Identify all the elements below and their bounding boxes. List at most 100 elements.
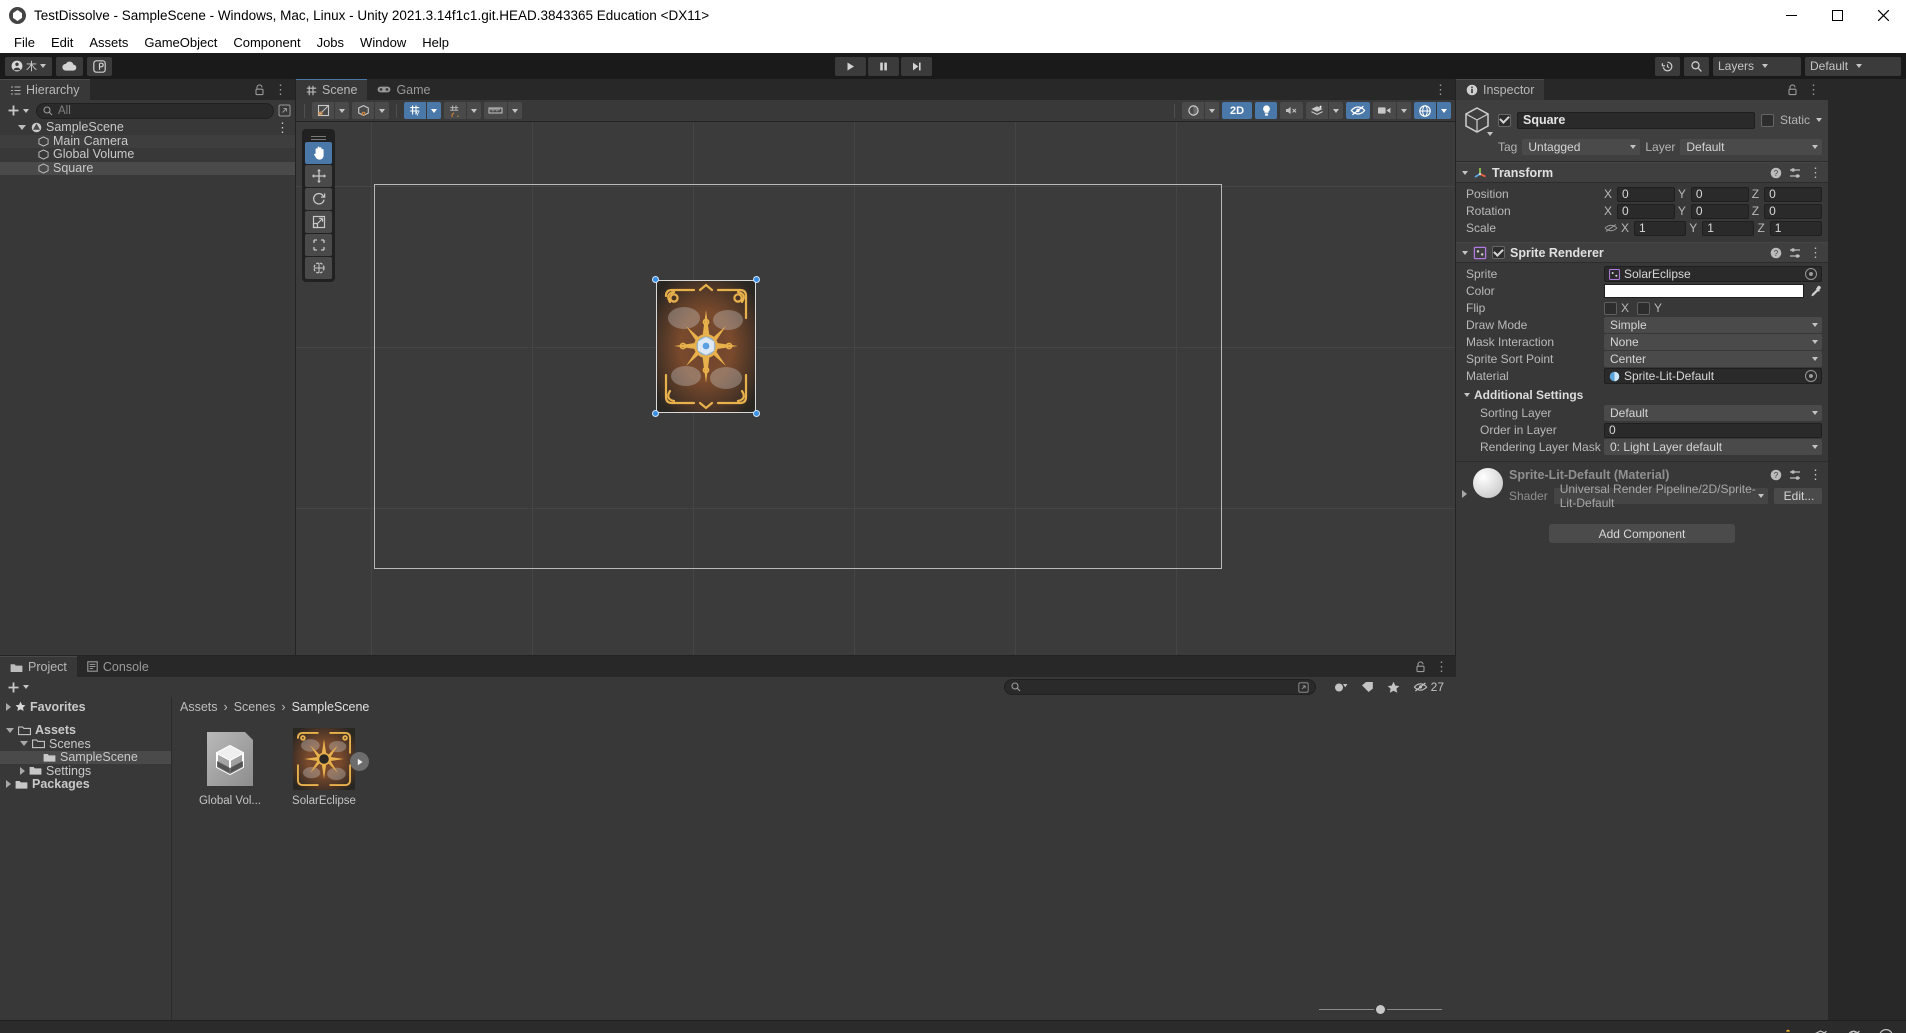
- asset-preview-button[interactable]: [350, 752, 369, 771]
- toggle-fx-button[interactable]: [1306, 102, 1328, 119]
- play-button[interactable]: [835, 56, 866, 76]
- kebab-menu-icon[interactable]: ⋮: [1809, 246, 1822, 259]
- kebab-menu-icon[interactable]: ⋮: [1809, 166, 1822, 179]
- scale-y-input[interactable]: 1: [1702, 220, 1755, 236]
- menu-assets[interactable]: Assets: [81, 33, 136, 52]
- create-asset-button[interactable]: [4, 681, 32, 694]
- selection-handle-tr[interactable]: [753, 276, 760, 283]
- hierarchy-item-samplescene[interactable]: SampleScene ⋮: [0, 121, 295, 135]
- transform-tool-button[interactable]: [305, 257, 332, 279]
- edit-shader-button[interactable]: Edit...: [1774, 488, 1822, 504]
- tab-inspector[interactable]: Inspector: [1456, 79, 1545, 100]
- rotation-z-input[interactable]: 0: [1764, 203, 1822, 219]
- camera-overlay-dropdown[interactable]: [1397, 102, 1411, 119]
- preset-icon[interactable]: [1789, 167, 1802, 179]
- rotation-x-input[interactable]: 0: [1617, 203, 1675, 219]
- snap-increment-button[interactable]: [444, 102, 466, 119]
- flip-x-checkbox[interactable]: [1604, 301, 1617, 315]
- breadcrumb-assets[interactable]: Assets: [180, 700, 218, 714]
- help-icon[interactable]: ?: [1770, 247, 1782, 259]
- project-tree-scenes[interactable]: Scenes: [0, 737, 171, 751]
- lock-icon[interactable]: [1787, 83, 1798, 96]
- kebab-menu-icon[interactable]: ⋮: [1809, 468, 1822, 481]
- position-z-input[interactable]: 0: [1764, 186, 1822, 202]
- sprite-object-field[interactable]: SolarEclipse: [1604, 266, 1822, 282]
- layers-disabled-icon[interactable]: [1812, 1029, 1829, 1033]
- grid-snapping-dropdown[interactable]: [508, 102, 522, 119]
- preset-icon[interactable]: [1789, 247, 1802, 259]
- sprite-picker-icon[interactable]: [1805, 268, 1817, 280]
- expand-search-icon[interactable]: [1298, 681, 1309, 693]
- lock-icon[interactable]: [254, 83, 265, 96]
- gizmos-button[interactable]: [1414, 102, 1436, 119]
- toggle-audio-button[interactable]: [1280, 102, 1303, 119]
- maximize-button[interactable]: [1814, 0, 1860, 31]
- undo-history-button[interactable]: [1655, 56, 1680, 76]
- fx-dropdown[interactable]: [1329, 102, 1343, 119]
- favorites-star-icon[interactable]: [1387, 681, 1400, 694]
- project-tree-assets[interactable]: Assets: [0, 723, 171, 737]
- chevron-right-icon[interactable]: [6, 702, 11, 711]
- asset-item-global-volume[interactable]: Global Vol...: [194, 728, 266, 807]
- scene-sprite-square[interactable]: [652, 276, 760, 417]
- bug-warning-icon[interactable]: [1780, 1028, 1796, 1033]
- menu-help[interactable]: Help: [414, 33, 457, 52]
- project-tree-packages[interactable]: Packages: [0, 777, 171, 791]
- asset-item-solareclipse[interactable]: SolarEclipse: [288, 728, 369, 807]
- breadcrumb-scenes[interactable]: Scenes: [234, 700, 276, 714]
- mask-interaction-dropdown[interactable]: None: [1604, 334, 1822, 350]
- constrain-proportions-icon[interactable]: [1604, 222, 1618, 234]
- add-component-button[interactable]: Add Component: [1549, 524, 1735, 543]
- asset-zoom-slider[interactable]: [172, 1005, 1456, 1020]
- selection-handle-br[interactable]: [753, 410, 760, 417]
- hierarchy-search-input[interactable]: All: [36, 102, 274, 119]
- order-in-layer-input[interactable]: 0: [1604, 422, 1822, 438]
- rendering-layer-mask-dropdown[interactable]: 0: Light Layer default: [1604, 439, 1822, 455]
- rotate-tool-button[interactable]: [305, 188, 332, 210]
- chevron-right-icon[interactable]: [6, 780, 11, 789]
- sprite-renderer-component-header[interactable]: Sprite Renderer ? ⋮: [1456, 242, 1828, 263]
- scale-z-input[interactable]: 1: [1769, 220, 1822, 236]
- static-checkbox[interactable]: [1760, 113, 1774, 127]
- pause-button[interactable]: [868, 56, 899, 76]
- tab-project[interactable]: Project: [0, 656, 77, 677]
- eye-off-icon[interactable]: [1413, 681, 1428, 693]
- move-tool-button[interactable]: [305, 165, 332, 187]
- menu-jobs[interactable]: Jobs: [309, 33, 352, 52]
- layout-dropdown[interactable]: Default: [1805, 56, 1901, 76]
- kebab-menu-icon[interactable]: ⋮: [276, 121, 289, 134]
- menu-window[interactable]: Window: [352, 33, 414, 52]
- toggle-2d-button[interactable]: 2D: [1222, 102, 1252, 119]
- help-icon[interactable]: ?: [1770, 167, 1782, 179]
- layers-dropdown[interactable]: Layers: [1713, 56, 1801, 76]
- chevron-down-icon[interactable]: [1816, 118, 1822, 122]
- add-gameobject-button[interactable]: [4, 104, 32, 117]
- menu-file[interactable]: File: [6, 33, 43, 52]
- selection-handle-bl[interactable]: [652, 410, 659, 417]
- check-circle-icon[interactable]: [1878, 1028, 1894, 1033]
- draw-mode-dropdown[interactable]: Simple: [1604, 317, 1822, 333]
- flip-y-checkbox[interactable]: [1637, 301, 1651, 315]
- search-button[interactable]: [1684, 56, 1709, 76]
- kebab-menu-icon[interactable]: ⋮: [1807, 83, 1820, 96]
- layer-dropdown[interactable]: Default: [1680, 139, 1822, 155]
- filter-by-label-icon[interactable]: [1361, 681, 1374, 693]
- scene-visibility-button[interactable]: [1346, 102, 1370, 119]
- lock-icon[interactable]: [1415, 660, 1426, 673]
- hand-tool-button[interactable]: [305, 142, 332, 164]
- scene-canvas[interactable]: [296, 122, 1455, 655]
- hierarchy-item-global-volume[interactable]: Global Volume: [0, 147, 295, 162]
- toggle-lighting-button[interactable]: [1255, 102, 1277, 119]
- grid-visibility-button[interactable]: Y: [404, 102, 426, 119]
- step-button[interactable]: [901, 56, 932, 76]
- menu-gameobject[interactable]: GameObject: [136, 33, 225, 52]
- project-search-input[interactable]: [1003, 679, 1316, 695]
- scale-x-input[interactable]: 1: [1634, 220, 1687, 236]
- project-tree-samplescene[interactable]: SampleScene: [0, 750, 171, 764]
- cloud-button[interactable]: [56, 56, 83, 76]
- project-tree-settings[interactable]: Settings: [0, 764, 171, 778]
- chevron-down-icon[interactable]: [6, 727, 14, 733]
- draw-mode-dropdown[interactable]: [335, 102, 349, 119]
- scene-camera-button[interactable]: [1182, 102, 1204, 119]
- chevron-down-icon[interactable]: [18, 125, 26, 131]
